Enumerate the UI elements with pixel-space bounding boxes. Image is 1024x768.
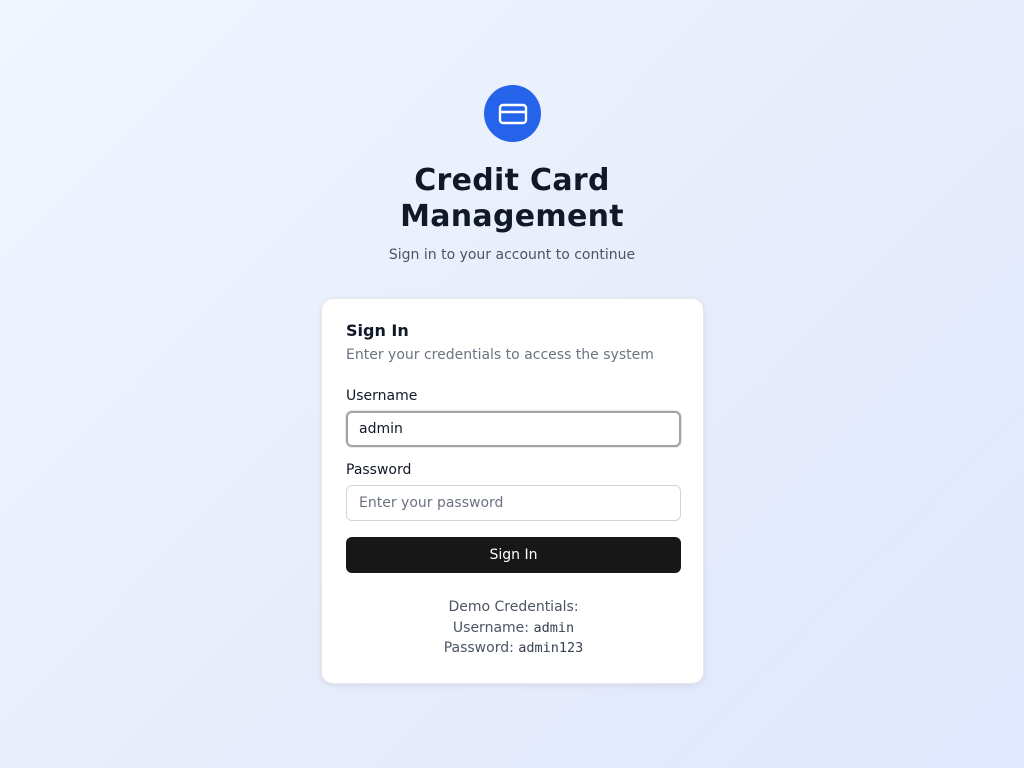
demo-username-value: admin [533, 619, 575, 636]
username-input[interactable] [346, 411, 681, 447]
sign-in-card: Sign In Enter your credentials to access… [321, 298, 704, 684]
credit-card-icon [498, 103, 527, 124]
username-label: Username [346, 388, 418, 404]
demo-credentials: Demo Credentials: Username: admin Passwo… [346, 597, 681, 659]
sign-in-button[interactable]: Sign In [346, 537, 681, 573]
demo-heading: Demo Credentials: [448, 599, 579, 615]
password-label: Password [346, 462, 412, 478]
app-logo [484, 85, 541, 142]
page-subtitle: Sign in to your account to continue [388, 247, 636, 263]
card-title: Sign In [346, 321, 409, 340]
card-description: Enter your credentials to access the sys… [346, 347, 654, 363]
demo-password-value: admin123 [518, 640, 584, 656]
demo-username-label: Username: [452, 619, 529, 636]
demo-password-label: Password: [443, 640, 514, 656]
demo-username-line: Username: admin [346, 618, 681, 639]
login-page: Credit Card Management Sign in to your a… [0, 0, 1024, 768]
page-title: Credit Card Management [400, 163, 624, 234]
password-input[interactable] [346, 485, 681, 521]
demo-password-line: Password: admin123 [346, 638, 681, 659]
